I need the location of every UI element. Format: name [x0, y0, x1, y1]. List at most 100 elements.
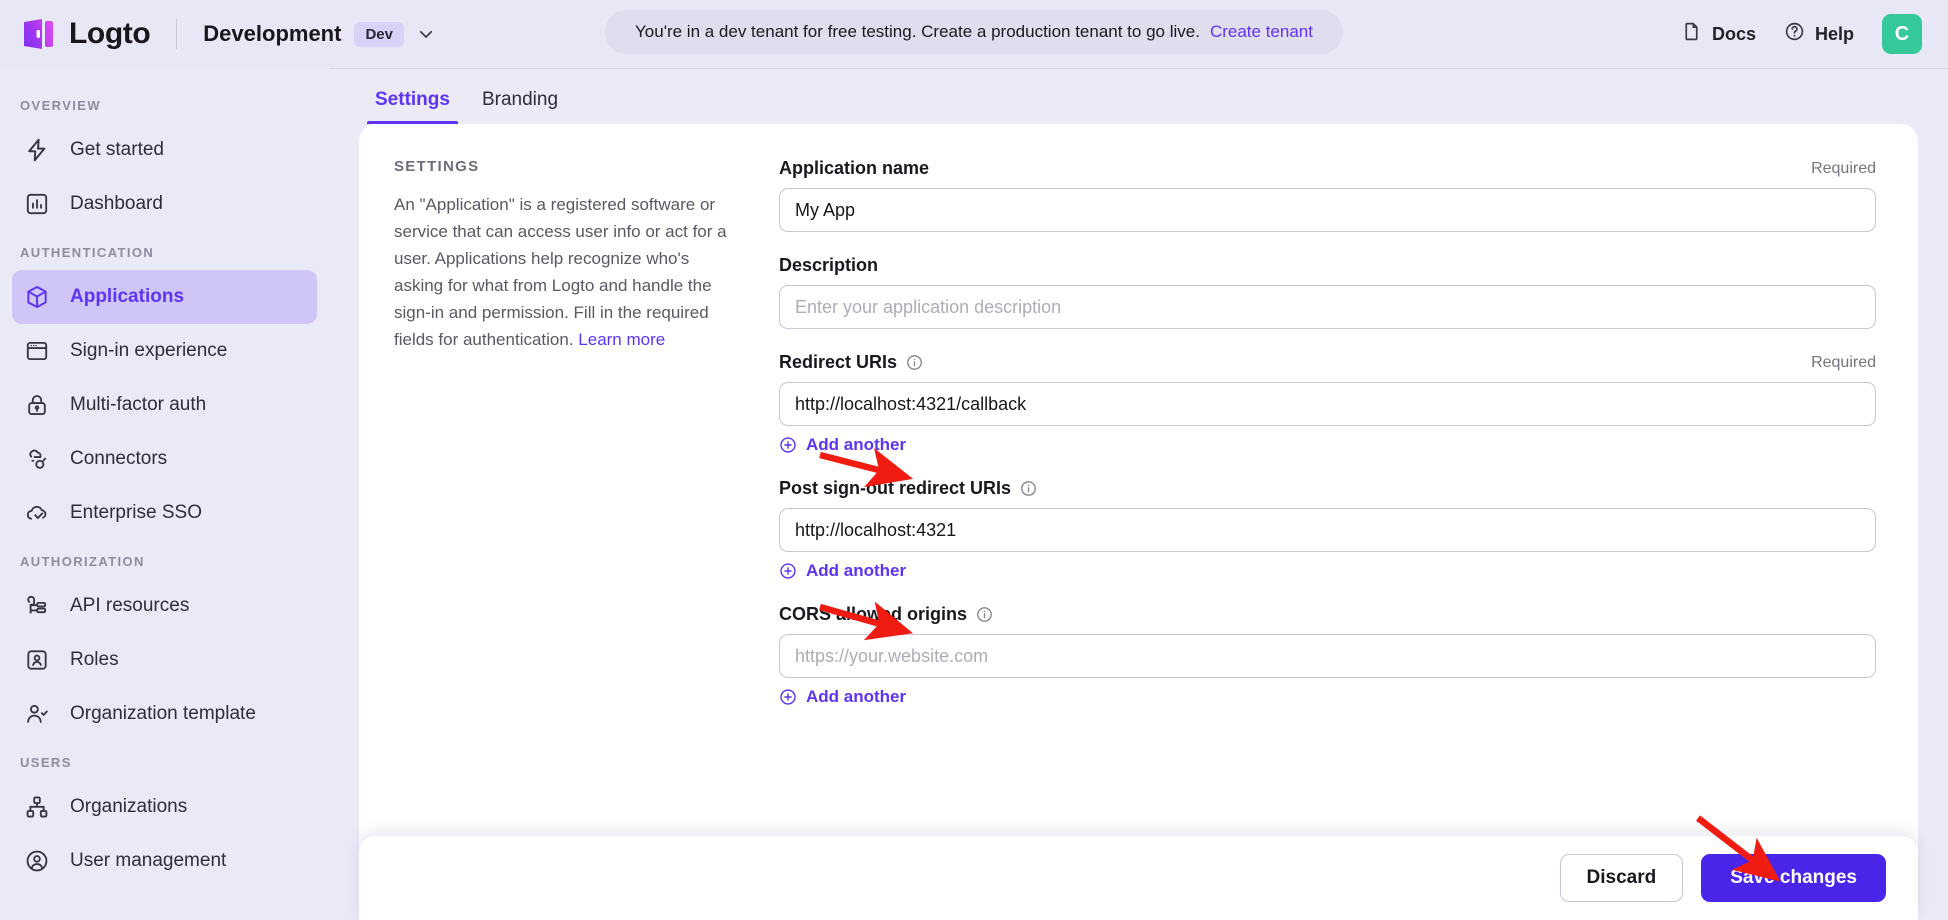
bolt-icon	[24, 137, 50, 163]
lock-icon	[24, 392, 50, 418]
document-icon	[1681, 21, 1702, 47]
field-description: Description	[779, 255, 1876, 329]
sidebar-item-user-management[interactable]: User management	[12, 834, 317, 888]
docs-button[interactable]: Docs	[1681, 21, 1756, 47]
field-redirect-uris: Redirect URIs Required http://localhost:…	[779, 352, 1876, 455]
application-name-input[interactable]	[779, 188, 1876, 232]
settings-card: Settings An "Application" is a registere…	[359, 124, 1918, 920]
field-header: Redirect URIs Required	[779, 352, 1876, 373]
sidebar-section-authentication: Authentication	[20, 245, 155, 260]
avatar[interactable]: C	[1882, 14, 1922, 54]
field-header: Description	[779, 255, 1876, 276]
sidebar-item-organization-template[interactable]: Organization template	[12, 687, 317, 741]
settings-panel-title: Settings	[394, 158, 480, 175]
sidebar-section-authorization: Authorization	[20, 554, 145, 569]
create-tenant-link[interactable]: Create tenant	[1210, 22, 1313, 42]
role-badge-icon	[24, 647, 50, 673]
field-post-signout-redirect-uris: Post sign-out redirect URIs Add a	[779, 478, 1876, 581]
sidebar-item-enterprise-sso[interactable]: Enterprise SSO	[12, 486, 317, 540]
cloud-check-icon	[24, 500, 50, 526]
sidebar-item-get-started[interactable]: Get started	[12, 123, 317, 177]
main-content: Settings Branding Settings An "Applicati…	[329, 68, 1948, 920]
sidebar-item-dashboard[interactable]: Dashboard	[12, 177, 317, 231]
post-signout-redirect-uri-input[interactable]	[779, 508, 1876, 552]
add-another-redirect-uri-button[interactable]: Add another	[779, 435, 906, 455]
sidebar-item-sign-in-experience[interactable]: Sign-in experience	[12, 324, 317, 378]
field-cors-allowed-origins: CORS allowed origins Add another	[779, 604, 1876, 707]
plus-circle-icon	[779, 562, 797, 580]
brand: Logto	[22, 17, 151, 51]
chart-bar-icon	[24, 191, 50, 217]
info-icon[interactable]	[1020, 480, 1037, 497]
dev-tenant-banner: You're in a dev tenant for free testing.…	[605, 10, 1343, 54]
help-button[interactable]: Help	[1784, 21, 1854, 47]
tenant-switcher[interactable]: Development Dev	[203, 21, 435, 47]
add-another-post-signout-uri-button[interactable]: Add another	[779, 561, 906, 581]
api-resource-icon	[24, 593, 50, 619]
field-label: CORS allowed origins	[779, 604, 968, 624]
sidebar-item-label: Organizations	[70, 796, 188, 817]
user-check-icon	[24, 701, 50, 727]
field-label: Application name	[779, 158, 930, 178]
info-icon[interactable]	[906, 354, 923, 371]
tenant-name: Development	[203, 21, 342, 46]
browser-window-icon	[24, 338, 50, 364]
sidebar-item-roles[interactable]: Roles	[12, 633, 317, 687]
form-action-bar: Discard Save changes	[359, 836, 1918, 920]
field-application-name: Application name Required	[779, 158, 1876, 232]
redirect-uri-input[interactable]	[779, 382, 1876, 426]
banner-message: You're in a dev tenant for free testing.…	[635, 22, 1200, 41]
sidebar-item-label: User management	[70, 850, 227, 871]
field-label: Redirect URIs	[779, 352, 898, 372]
add-another-label: Add another	[806, 435, 907, 454]
sidebar-item-label: Connectors	[70, 448, 168, 469]
docs-label: Docs	[1711, 23, 1756, 44]
sidebar: Overview Get started Dashboard Authentic…	[0, 68, 329, 920]
chevron-down-icon	[417, 25, 435, 43]
settings-description-panel: Settings An "Application" is a registere…	[359, 158, 779, 920]
settings-form: Application name Required Description	[779, 158, 1918, 920]
sidebar-item-api-resources[interactable]: API resources	[12, 579, 317, 633]
sidebar-item-label: Multi-factor auth	[70, 394, 207, 415]
sidebar-item-multi-factor-auth[interactable]: Multi-factor auth	[12, 378, 317, 432]
connectors-icon	[24, 446, 50, 472]
cube-icon	[24, 284, 50, 310]
sidebar-item-label: Organization template	[70, 703, 256, 724]
top-bar-actions: Docs Help C	[1681, 14, 1922, 54]
add-another-cors-origin-button[interactable]: Add another	[779, 687, 906, 707]
sidebar-item-label: Roles	[70, 649, 119, 670]
learn-more-link[interactable]: Learn more	[578, 330, 665, 349]
sidebar-item-connectors[interactable]: Connectors	[12, 432, 317, 486]
sidebar-item-applications[interactable]: Applications	[12, 270, 317, 324]
sidebar-item-organizations[interactable]: Organizations	[12, 780, 317, 834]
sidebar-item-label: Applications	[70, 286, 185, 307]
settings-card-wrapper: Settings An "Application" is a registere…	[329, 124, 1948, 920]
tab-bar: Settings Branding	[329, 68, 1948, 124]
brand-name: Logto	[69, 17, 151, 50]
discard-button[interactable]: Discard	[1559, 854, 1684, 902]
description-input[interactable]	[779, 285, 1876, 329]
sidebar-item-label: Sign-in experience	[70, 340, 228, 361]
field-label: Post sign-out redirect URIs	[779, 478, 1012, 498]
plus-circle-icon	[779, 688, 797, 706]
info-icon[interactable]	[976, 606, 993, 623]
tab-settings[interactable]: Settings	[359, 89, 466, 124]
field-header: Post sign-out redirect URIs	[779, 478, 1876, 499]
help-label: Help	[1814, 23, 1854, 44]
sidebar-item-label: API resources	[70, 595, 190, 616]
logto-logo-icon	[22, 17, 56, 51]
org-tree-icon	[24, 794, 50, 820]
question-circle-icon	[1784, 21, 1805, 47]
field-header: CORS allowed origins	[779, 604, 1876, 625]
body: Overview Get started Dashboard Authentic…	[0, 68, 1948, 920]
required-indicator: Required	[1811, 353, 1876, 371]
save-changes-button[interactable]: Save changes	[1701, 854, 1886, 902]
tab-branding[interactable]: Branding	[466, 89, 574, 124]
field-header: Application name Required	[779, 158, 1876, 179]
logto-console-app: Logto Development Dev You're in a dev te…	[0, 0, 1948, 920]
cors-origin-input[interactable]	[779, 634, 1876, 678]
tenant-env-badge: Dev	[354, 21, 404, 47]
sidebar-item-label: Enterprise SSO	[70, 502, 202, 523]
add-another-label: Add another	[806, 561, 907, 580]
top-bar: Logto Development Dev You're in a dev te…	[0, 0, 1948, 68]
